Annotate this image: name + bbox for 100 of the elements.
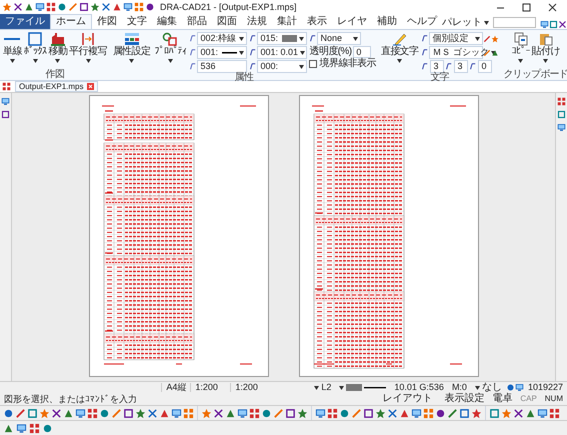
- star-icon[interactable]: [501, 408, 512, 418]
- star-icon[interactable]: [201, 408, 212, 418]
- drawing-canvas[interactable]: [12, 93, 555, 381]
- star-icon[interactable]: [297, 408, 308, 418]
- star-icon[interactable]: [491, 34, 500, 42]
- maximize-icon[interactable]: [522, 2, 531, 12]
- combo-box[interactable]: 015:: [257, 32, 308, 45]
- square-icon[interactable]: [363, 408, 374, 418]
- ribbon-tab[interactable]: 集計: [272, 14, 302, 29]
- cross-icon[interactable]: [13, 2, 23, 12]
- monitor-icon[interactable]: [514, 383, 524, 392]
- monitor-icon[interactable]: [411, 408, 422, 418]
- monitor-icon[interactable]: [1, 97, 10, 106]
- input-field[interactable]: 0: [478, 60, 492, 73]
- pin-icon[interactable]: [99, 408, 110, 418]
- square-icon[interactable]: [489, 408, 500, 418]
- ribbon-tab[interactable]: 部品: [182, 14, 212, 29]
- monitor-icon[interactable]: [35, 2, 45, 12]
- monitor-icon[interactable]: [557, 123, 566, 132]
- monitor-icon[interactable]: [75, 408, 86, 418]
- pin-icon[interactable]: [261, 408, 272, 418]
- square-icon[interactable]: [549, 20, 558, 29]
- cross-icon[interactable]: [101, 2, 111, 12]
- star-icon[interactable]: [375, 408, 386, 418]
- ribbon-button[interactable]: 移動: [47, 32, 68, 70]
- cross-icon[interactable]: [387, 408, 398, 418]
- ribbon-button[interactable]: ｺﾋﾟｰ: [510, 32, 531, 70]
- ribbon-tab[interactable]: 編集: [152, 14, 182, 29]
- cross-icon[interactable]: [51, 408, 62, 418]
- ribbon-button[interactable]: 平行複写: [68, 32, 108, 70]
- square-icon[interactable]: [123, 408, 134, 418]
- monitor-icon[interactable]: [537, 408, 548, 418]
- combo-box[interactable]: 個別設定: [429, 32, 484, 45]
- search-field[interactable]: [493, 17, 536, 28]
- ribbon-button[interactable]: 貼付け: [530, 32, 561, 70]
- ribbon-button[interactable]: ﾌﾟﾛﾊﾟﾃｨ: [153, 32, 188, 73]
- snap-selector[interactable]: なし: [470, 382, 506, 392]
- combo-box[interactable]: 002:枠線: [197, 32, 248, 45]
- ribbon-tab[interactable]: レイヤ: [332, 14, 372, 29]
- cross-icon[interactable]: [558, 20, 567, 29]
- grid-icon[interactable]: [557, 97, 566, 106]
- ribbon-button[interactable]: 単線: [2, 32, 23, 70]
- star-icon[interactable]: [2, 2, 12, 12]
- input-field[interactable]: 3: [454, 60, 468, 73]
- layer-selector[interactable]: L2: [310, 383, 336, 392]
- pin-icon[interactable]: [145, 2, 155, 12]
- monitor-icon[interactable]: [171, 408, 182, 418]
- star-icon[interactable]: [39, 408, 50, 418]
- grid-icon[interactable]: [87, 408, 98, 418]
- monitor-icon[interactable]: [237, 408, 248, 418]
- grid-icon[interactable]: [327, 408, 338, 418]
- pin-icon[interactable]: [57, 2, 67, 12]
- input-field[interactable]: 536: [197, 60, 248, 73]
- triangle-icon[interactable]: [491, 48, 500, 56]
- combo-box[interactable]: 000:: [257, 60, 308, 73]
- ribbon-tab[interactable]: 表示: [302, 14, 332, 29]
- square-icon[interactable]: [79, 2, 89, 12]
- grid-icon[interactable]: [183, 408, 194, 418]
- star-icon[interactable]: [135, 408, 146, 418]
- monitor-icon[interactable]: [123, 2, 133, 12]
- grid-icon[interactable]: [2, 82, 11, 91]
- ribbon-tab[interactable]: 補助: [372, 14, 402, 29]
- pin-icon[interactable]: [339, 408, 350, 418]
- combo-box[interactable]: 001: 0.01: [257, 46, 308, 59]
- monitor-icon[interactable]: [540, 20, 549, 29]
- triangle-icon[interactable]: [24, 2, 34, 12]
- checkbox[interactable]: [309, 60, 318, 68]
- square-icon[interactable]: [557, 110, 566, 119]
- pin-icon[interactable]: [42, 422, 53, 434]
- transparency-field[interactable]: 0: [353, 46, 372, 58]
- ribbon-button[interactable]: 直接文字: [380, 32, 420, 73]
- ribbon-tab[interactable]: ファイル: [0, 14, 50, 29]
- grid-icon[interactable]: [549, 408, 560, 418]
- pin-icon[interactable]: [3, 408, 14, 418]
- ribbon-button[interactable]: 属性設定: [112, 32, 152, 73]
- pin-icon[interactable]: [435, 408, 446, 418]
- star-icon[interactable]: [90, 2, 100, 12]
- square-icon[interactable]: [459, 408, 470, 418]
- ribbon-tab[interactable]: ホーム: [50, 14, 92, 29]
- pin-icon[interactable]: [506, 383, 515, 392]
- monitor-icon[interactable]: [16, 422, 27, 434]
- palette-menu[interactable]: パレット: [442, 16, 489, 29]
- ribbon-tab[interactable]: 法規: [242, 14, 272, 29]
- cross-icon[interactable]: [147, 408, 158, 418]
- combo-box[interactable]: None: [317, 32, 362, 45]
- grid-icon[interactable]: [249, 408, 260, 418]
- grid-icon[interactable]: [46, 2, 56, 12]
- combo-box[interactable]: 001:: [197, 46, 248, 59]
- ribbon-tab[interactable]: 作図: [92, 14, 122, 29]
- ribbon-tab[interactable]: 図面: [212, 14, 242, 29]
- square-icon[interactable]: [285, 408, 296, 418]
- ribbon-tab[interactable]: 文字: [122, 14, 152, 29]
- square-icon[interactable]: [1, 110, 10, 119]
- input-field[interactable]: 3: [430, 60, 444, 73]
- cross-icon[interactable]: [213, 408, 224, 418]
- close-icon[interactable]: [548, 2, 557, 12]
- star-icon[interactable]: [471, 408, 482, 418]
- ribbon-tab[interactable]: ヘルプ: [402, 14, 442, 29]
- ribbon-button[interactable]: ﾎﾞｯｸｽ: [22, 32, 48, 70]
- cross-icon[interactable]: [513, 408, 524, 418]
